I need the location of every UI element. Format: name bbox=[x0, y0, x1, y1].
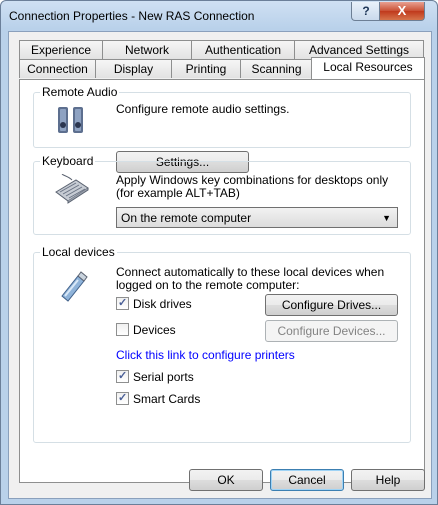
tab-display[interactable]: Display bbox=[95, 59, 172, 78]
title-bar: Connection Properties - New RAS Connecti… bbox=[1, 1, 437, 31]
remote-audio-group: Remote Audio bbox=[33, 85, 411, 148]
remote-audio-label: Remote Audio bbox=[40, 85, 120, 99]
keyboard-icon bbox=[55, 174, 89, 204]
serial-ports-label[interactable]: Serial ports bbox=[133, 370, 194, 384]
usb-drive-icon bbox=[61, 271, 88, 302]
checkmark-icon: ✓ bbox=[118, 370, 128, 382]
checkmark-icon: ✓ bbox=[118, 392, 128, 404]
tab-printing[interactable]: Printing bbox=[171, 59, 241, 78]
keyboard-label: Keyboard bbox=[40, 154, 96, 168]
dialog-client-area: Experience Network Authentication Advanc… bbox=[8, 31, 432, 499]
tab-experience[interactable]: Experience bbox=[19, 40, 103, 59]
remote-audio-description: Configure remote audio settings. bbox=[116, 102, 290, 116]
configure-printers-link[interactable]: Click this link to configure printers bbox=[116, 348, 295, 362]
tab-connection[interactable]: Connection bbox=[19, 59, 96, 78]
ok-button[interactable]: OK bbox=[189, 469, 263, 491]
tab-network[interactable]: Network bbox=[102, 40, 192, 59]
cancel-button[interactable]: Cancel bbox=[270, 469, 344, 491]
speakers-icon bbox=[58, 107, 83, 133]
configure-drives-button[interactable]: Configure Drives... bbox=[265, 294, 398, 316]
local-devices-description-line1: Connect automatically to these local dev… bbox=[116, 265, 385, 279]
disk-drives-checkbox[interactable]: ✓ bbox=[116, 297, 129, 310]
keyboard-description-line1: Apply Windows key combinations for deskt… bbox=[116, 173, 389, 187]
keyboard-combo-value: On the remote computer bbox=[121, 211, 252, 225]
dropdown-arrow-icon: ▼ bbox=[382, 213, 391, 223]
help-button[interactable]: Help bbox=[351, 469, 425, 491]
devices-label[interactable]: Devices bbox=[133, 323, 176, 337]
tab-authentication[interactable]: Authentication bbox=[191, 40, 295, 59]
tab-scanning[interactable]: Scanning bbox=[240, 59, 313, 78]
window-title: Connection Properties - New RAS Connecti… bbox=[9, 9, 255, 23]
checkmark-icon: ✓ bbox=[118, 297, 128, 309]
smart-cards-label[interactable]: Smart Cards bbox=[133, 392, 200, 406]
local-devices-label: Local devices bbox=[40, 245, 117, 259]
title-help-button[interactable]: ? bbox=[351, 2, 381, 21]
title-close-button[interactable]: X bbox=[379, 2, 425, 21]
configure-devices-button: Configure Devices... bbox=[265, 320, 398, 342]
serial-ports-checkbox[interactable]: ✓ bbox=[116, 370, 129, 383]
local-devices-description-line2: logged on to the remote computer: bbox=[116, 278, 300, 292]
devices-checkbox[interactable] bbox=[116, 323, 129, 336]
smart-cards-checkbox[interactable]: ✓ bbox=[116, 392, 129, 405]
help-icon: ? bbox=[362, 4, 370, 18]
local-resources-panel: Remote Audio Configure remote audio sett… bbox=[19, 79, 425, 483]
close-icon: X bbox=[397, 3, 407, 18]
dialog-window: Connection Properties - New RAS Connecti… bbox=[0, 0, 438, 505]
keyboard-description-line2: (for example ALT+TAB) bbox=[116, 186, 240, 200]
tab-local-resources[interactable]: Local Resources bbox=[311, 57, 425, 79]
keyboard-combo[interactable]: On the remote computer ▼ bbox=[116, 207, 398, 228]
disk-drives-label[interactable]: Disk drives bbox=[133, 297, 192, 311]
